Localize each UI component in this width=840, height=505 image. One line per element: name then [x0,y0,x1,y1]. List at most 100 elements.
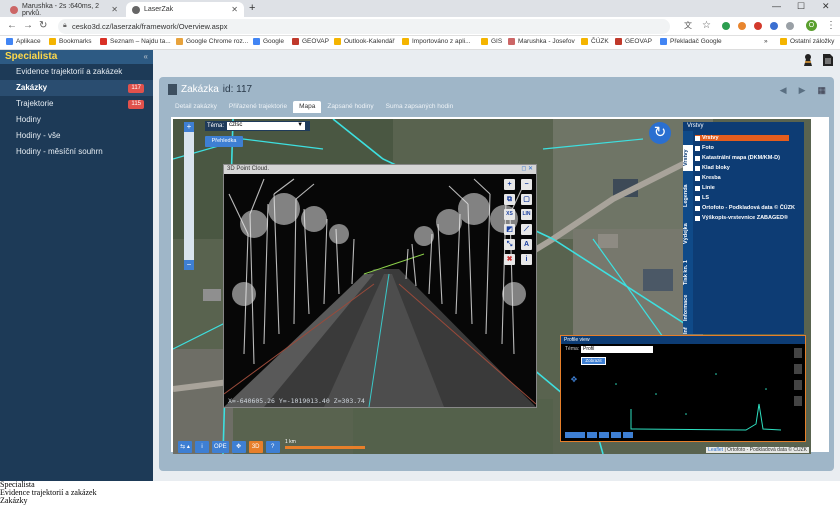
refresh-icon[interactable]: ↻ [649,122,671,144]
bookmarks-overflow-button[interactable]: » [764,38,768,45]
layer-kresba[interactable]: Kresba [695,175,721,181]
cross-section-icon[interactable]: XS [504,209,515,220]
layer-ls[interactable]: LS [695,195,709,201]
zoom-slider[interactable]: + − [184,122,194,270]
browser-tab-laserzak[interactable]: LaserZak ✕ [126,2,244,17]
bookmark-item[interactable]: Google [253,38,284,45]
vtab-legenda[interactable]: Legenda [683,181,693,211]
map-canvas[interactable]: + − Téma: czlsc ▼ Přehledka ↻ Vrstvy Vrst… [173,119,811,454]
point-cloud-titlebar[interactable]: 3D Point Cloud. ◻ ✕ [224,165,536,174]
bookmark-item[interactable]: Google Chrome roz... [176,38,248,45]
close-window-button[interactable]: ✕ [822,1,830,12]
leaflet-link[interactable]: Leaflet [708,447,723,453]
sidebar-item-evidence[interactable]: Evidence trajektorií a zakázek [0,64,153,80]
tab-mapa[interactable]: Mapa [293,101,322,113]
bookmark-item[interactable]: Importováno z apli... [402,38,471,45]
profile-bottom-button[interactable] [611,432,621,438]
profile-tool-icon[interactable] [794,348,802,358]
sidebar-item-hodiny[interactable]: Hodiny [0,112,153,128]
browser-tab-marushka[interactable]: Marushka - 2s :640ms, 2 prvků. ✕ [4,2,124,17]
ope-button[interactable]: OPE [212,441,229,453]
pan-button[interactable]: ✥ [231,441,246,453]
info-icon[interactable]: i [521,254,532,265]
bookmark-item[interactable]: ČÚZK [581,38,609,45]
tab-detail[interactable]: Detail zakázky [169,101,223,113]
translate-icon[interactable]: 文 [684,20,692,31]
layer-vrstvy[interactable]: Vrstvy [695,135,789,141]
bookmark-item[interactable]: Seznam – Najdu ta... [100,38,171,45]
theme-selector[interactable]: Téma: czlsc ▼ [205,121,310,131]
checkbox[interactable] [695,215,700,221]
bookmark-item[interactable]: Marushka - Josefov [508,38,575,45]
collapse-icon[interactable]: « [144,50,148,64]
bookmark-item[interactable]: GIS [481,38,502,45]
bookmark-item[interactable]: Aplikace [6,38,41,45]
sidebar-item-zakazky[interactable]: Zakázky 117 [0,80,153,96]
profile-window[interactable]: Profile view Téma: Profil Zobrazit ✥ [560,335,806,442]
checkbox[interactable] [695,145,700,151]
minimize-button[interactable]: — [772,1,781,11]
profile-titlebar[interactable]: Profile view [561,336,805,344]
forward-icon[interactable]: → [23,20,33,31]
extensions-puzzle-icon[interactable] [786,22,794,30]
sidebar-item-hodiny-vse[interactable]: Hodiny - vše [0,128,153,144]
profile-bottom-button[interactable] [599,432,609,438]
3d-button[interactable]: 3D [248,441,263,453]
vtab-vydejka[interactable]: Výdejka [683,219,693,249]
extension-icon[interactable] [738,22,746,30]
layer-vyskopis[interactable]: Výškopis-vrstevnice ZABAGED® [695,215,788,221]
next-record-icon[interactable]: ▶ [799,85,806,96]
profile-tool-icon[interactable] [794,364,802,374]
bookmark-item[interactable]: Bookmarks [49,38,92,45]
tab-suma-hodin[interactable]: Suma zapsaných hodin [380,101,460,113]
zoom-in-button[interactable]: + [184,122,194,132]
theme-select[interactable]: czlsc ▼ [227,122,306,130]
checkbox[interactable] [695,185,700,191]
swap-tool-button[interactable]: ⇆ ▴ [178,441,192,453]
layer-klad-bloky[interactable]: Klad bloky [695,165,730,171]
vtab-vrstvy[interactable]: Vrstvy [683,145,693,171]
checkbox[interactable] [695,195,700,201]
window-controls-icon[interactable]: ◻ ✕ [521,165,533,174]
url-field[interactable]: 🔒︎ cesko3d.cz/laserzak/framework/Overvie… [58,19,670,34]
sidebar-item-hodiny-souhrn[interactable]: Hodiny - měsíční souhrn [0,144,153,160]
bookmark-item[interactable]: GEOVAP [615,38,652,45]
pan-arrows-icon[interactable]: ✥ [564,370,584,390]
profile-avatar[interactable]: O [806,20,817,31]
checkbox[interactable] [695,175,700,181]
close-tab-icon[interactable]: ✕ [231,5,238,14]
frame-icon[interactable]: ▢ [521,194,532,205]
help-button[interactable]: ? [265,441,280,453]
line-icon[interactable]: LIN [521,209,532,220]
tab-trajektorie[interactable]: Přiřazené trajektorie [223,101,293,113]
point-cloud-render[interactable] [224,174,536,407]
profile-bottom-button[interactable] [623,432,633,438]
info-button[interactable]: i [195,441,209,453]
extension-icon[interactable] [754,22,762,30]
new-tab-button[interactable]: + [249,2,255,14]
zoom-out-icon[interactable]: − [521,179,532,190]
profile-theme-select[interactable]: Profil [581,346,653,353]
bookmark-item[interactable]: GEOVAP [292,38,329,45]
bookmark-item[interactable]: Outlook-Kalendář [334,38,395,45]
prev-record-icon[interactable]: ◀ [780,85,787,96]
checkbox[interactable] [695,155,700,161]
tab-hodiny[interactable]: Zapsané hodiny [321,101,379,113]
star-icon[interactable]: ☆ [702,20,711,31]
document-icon[interactable] [822,53,834,67]
checkbox[interactable] [695,205,700,211]
menu-kebab-icon[interactable]: ⋮ [826,20,836,31]
user-detective-icon[interactable] [802,53,814,67]
layer-katastr[interactable]: Katastrální mapa (DKM/KM-D) [695,155,780,161]
measure-icon[interactable]: ⟋ [521,224,532,235]
profile-tool-icon[interactable] [794,380,802,390]
bookmark-item[interactable]: Překladač Google [660,38,722,45]
overview-button[interactable]: Přehledka [205,136,243,147]
point-cloud-window[interactable]: 3D Point Cloud. ◻ ✕ + − ⧉ ▢ XS LIN ◩ ⟋ ⤡… [223,164,537,408]
checkbox[interactable] [695,165,700,171]
fit-icon[interactable]: ⤡ [504,239,515,250]
shade-icon[interactable]: ◩ [504,224,515,235]
close-tab-icon[interactable]: ✕ [111,5,118,14]
zoom-in-icon[interactable]: + [504,179,515,190]
profile-bottom-button[interactable] [565,432,585,438]
